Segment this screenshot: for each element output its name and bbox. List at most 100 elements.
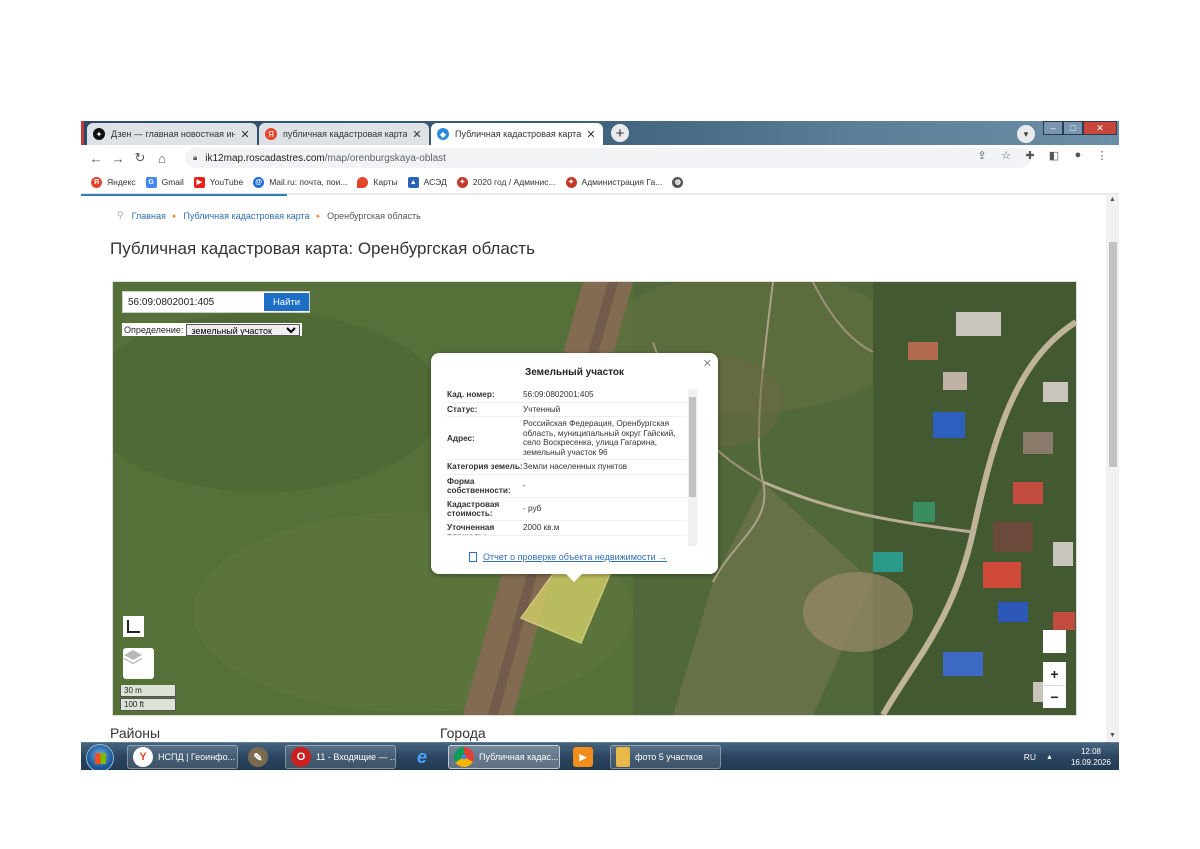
reload-icon[interactable]: ↻ [129,150,151,166]
minimize-icon[interactable]: – [1043,121,1063,135]
location-pin-icon: ⚲ [117,210,124,220]
popup-scrollbar[interactable] [688,389,697,546]
page-scrollbar[interactable]: ▲ ▼ [1106,194,1119,742]
bookmark-admin-gai[interactable]: ✦ Администрация Га... [565,176,662,188]
bookmark-youtube[interactable]: ▶ YouTube [193,176,243,188]
chrome-icon: ● [454,747,474,767]
tab-strip: ✦ Дзен — главная новостная инф ✕ Я публи… [81,121,1119,145]
zoom-out-button[interactable]: − [1043,685,1066,708]
chevron-right-icon: ▸ [316,212,321,220]
row-value: 2000 кв.м [523,522,560,532]
parcel-info-popup: ✕ Земельный участок Кад. номер: 56:09:080… [431,353,718,582]
breadcrumb-section-link[interactable]: Публичная кадастровая карта [183,211,309,221]
scissors-tool-icon: ✎ [248,747,268,767]
layers-icon [124,650,142,664]
popup-title: Земельный участок [524,367,625,378]
forward-arrow-icon[interactable]: → [107,151,129,166]
taskbar-label: фото 5 участков [635,752,703,762]
breadcrumb-home-link[interactable]: Главная [132,211,166,221]
tab-title: Дзен — главная новостная инф [111,129,235,139]
browser-toolbar: ← → ↻ ⌂ 🔒︎ ik12map.roscadastres.com/map/… [81,145,1119,171]
roscadastres-icon: ◆ [437,128,449,140]
window-close-icon[interactable]: ✕ [1083,121,1117,135]
row-value: - [523,480,526,490]
map-control-square[interactable] [1043,630,1066,653]
taskbar-item-tool[interactable]: ✎ [243,745,279,769]
taskbar-item-ie[interactable]: e [407,745,443,769]
close-icon[interactable]: ✕ [411,128,423,141]
windows-logo-icon [95,753,106,764]
definition-select[interactable]: земельный участок [186,323,301,336]
screen: ✦ Дзен — главная новостная инф ✕ Я публи… [81,121,1119,770]
table-row: Уточненная площадь: 2000 кв.м [447,521,687,536]
taskbar-label: 11 - Входящие — ... [316,752,396,762]
start-button[interactable] [86,744,114,770]
profile-avatar-icon[interactable]: ● [1069,149,1087,162]
definition-row: Определение: земельный участок [122,323,303,336]
maximize-icon[interactable]: □ [1063,121,1083,135]
extensions-puzzle-icon[interactable]: ✚ [1021,149,1039,162]
fullscreen-button[interactable] [123,616,144,637]
bookmark-ased[interactable]: ▲ АСЭД [407,176,447,188]
yandex-icon: Я [265,128,277,140]
scroll-up-icon[interactable]: ▲ [1106,194,1119,206]
bookmark-label: 2020 год / Админис... [472,177,556,187]
close-icon[interactable]: ✕ [585,128,597,141]
map-canvas[interactable]: Найти Определение: земельный участок ✕ З… [112,281,1077,716]
bookmark-admin-2020[interactable]: ✦ 2020 год / Админис... [456,176,556,188]
bookmark-label: Mail.ru: почта, пои... [269,177,348,187]
close-icon[interactable]: ✕ [239,128,251,141]
coat-of-arms-icon: ✦ [456,176,468,188]
back-arrow-icon[interactable]: ← [85,151,107,166]
tab-title: публичная кадастровая карта о [283,129,407,139]
taskbar-item-media[interactable]: ▶ [568,745,604,769]
tab-zen[interactable]: ✦ Дзен — главная новостная инф ✕ [87,123,257,145]
new-tab-button[interactable]: + [611,124,629,142]
scroll-down-icon[interactable]: ▼ [1106,730,1119,742]
bookmark-mailru[interactable]: @ Mail.ru: почта, пои... [253,176,348,188]
tab-search-chevron-icon[interactable]: ▾ [1017,125,1035,143]
table-row: Статус: Учтенный [447,403,687,417]
bookmarks-bar: Я Яндекс G Gmail ▶ YouTube @ Mail.ru: почта,… [81,171,1119,194]
menu-kebab-icon[interactable]: ⋮ [1093,149,1111,162]
breadcrumb: ⚲ Главная ▸ Публичная кадастровая карта … [117,210,421,221]
scrollbar-thumb[interactable] [689,397,696,497]
coat-of-arms-icon: ✦ [565,176,577,188]
tab-cadastral-map[interactable]: ◆ Публичная кадастровая карта: ( ✕ [431,123,603,145]
scrollbar-thumb[interactable] [1109,242,1117,467]
share-icon[interactable]: ⇪ [973,149,991,162]
tab-yandex-search[interactable]: Я публичная кадастровая карта о ✕ [259,123,429,145]
yandex-browser-icon: Y [133,747,153,767]
report-link[interactable]: Отчет о проверке объекта недвижимости → [469,552,667,562]
cities-heading: Города [440,725,486,741]
taskbar: Y НСПД | Геоинфо... ✎ O 11 - Входящие — … [81,742,1119,770]
address-bar[interactable]: 🔒︎ ik12map.roscadastres.com/map/orenburg… [185,148,1031,168]
popup-pointer [565,573,583,582]
bookmark-star-icon[interactable]: ☆ [997,149,1015,162]
zoom-in-button[interactable]: + [1043,662,1066,685]
bookmark-label: АСЭД [423,177,447,187]
taskbar-item-folder[interactable]: фото 5 участков [610,745,721,769]
bookmark-gmail[interactable]: G Gmail [145,176,184,188]
youtube-icon: ▶ [193,176,205,188]
bookmark-yandex[interactable]: Я Яндекс [91,176,136,188]
home-icon[interactable]: ⌂ [151,151,173,166]
header-accent-line [81,194,287,196]
tab-title: Публичная кадастровая карта: ( [455,129,581,139]
taskbar-item-opera-mail[interactable]: O 11 - Входящие — ... [285,745,396,769]
bookmark-label: Gmail [161,177,184,187]
taskbar-item-yandex-browser[interactable]: Y НСПД | Геоинфо... [127,745,238,769]
tray-expand-icon[interactable]: ▲ [1046,754,1053,761]
divider [287,194,1106,195]
taskbar-item-chrome[interactable]: ● Публичная кадас... [448,745,560,769]
search-button[interactable]: Найти [264,293,309,311]
clock[interactable]: 12:08 16.09.2026 [1071,746,1111,768]
language-indicator[interactable]: RU [1024,752,1036,762]
cadastral-number-input[interactable] [123,292,262,312]
clock-date: 16.09.2026 [1070,758,1111,767]
side-panel-icon[interactable]: ◧ [1045,149,1063,162]
bookmark-globe[interactable]: ◍ [672,176,688,188]
layers-button[interactable] [123,648,154,679]
definition-label: Определение: [124,324,184,335]
bookmark-maps[interactable]: Карты [357,176,398,188]
